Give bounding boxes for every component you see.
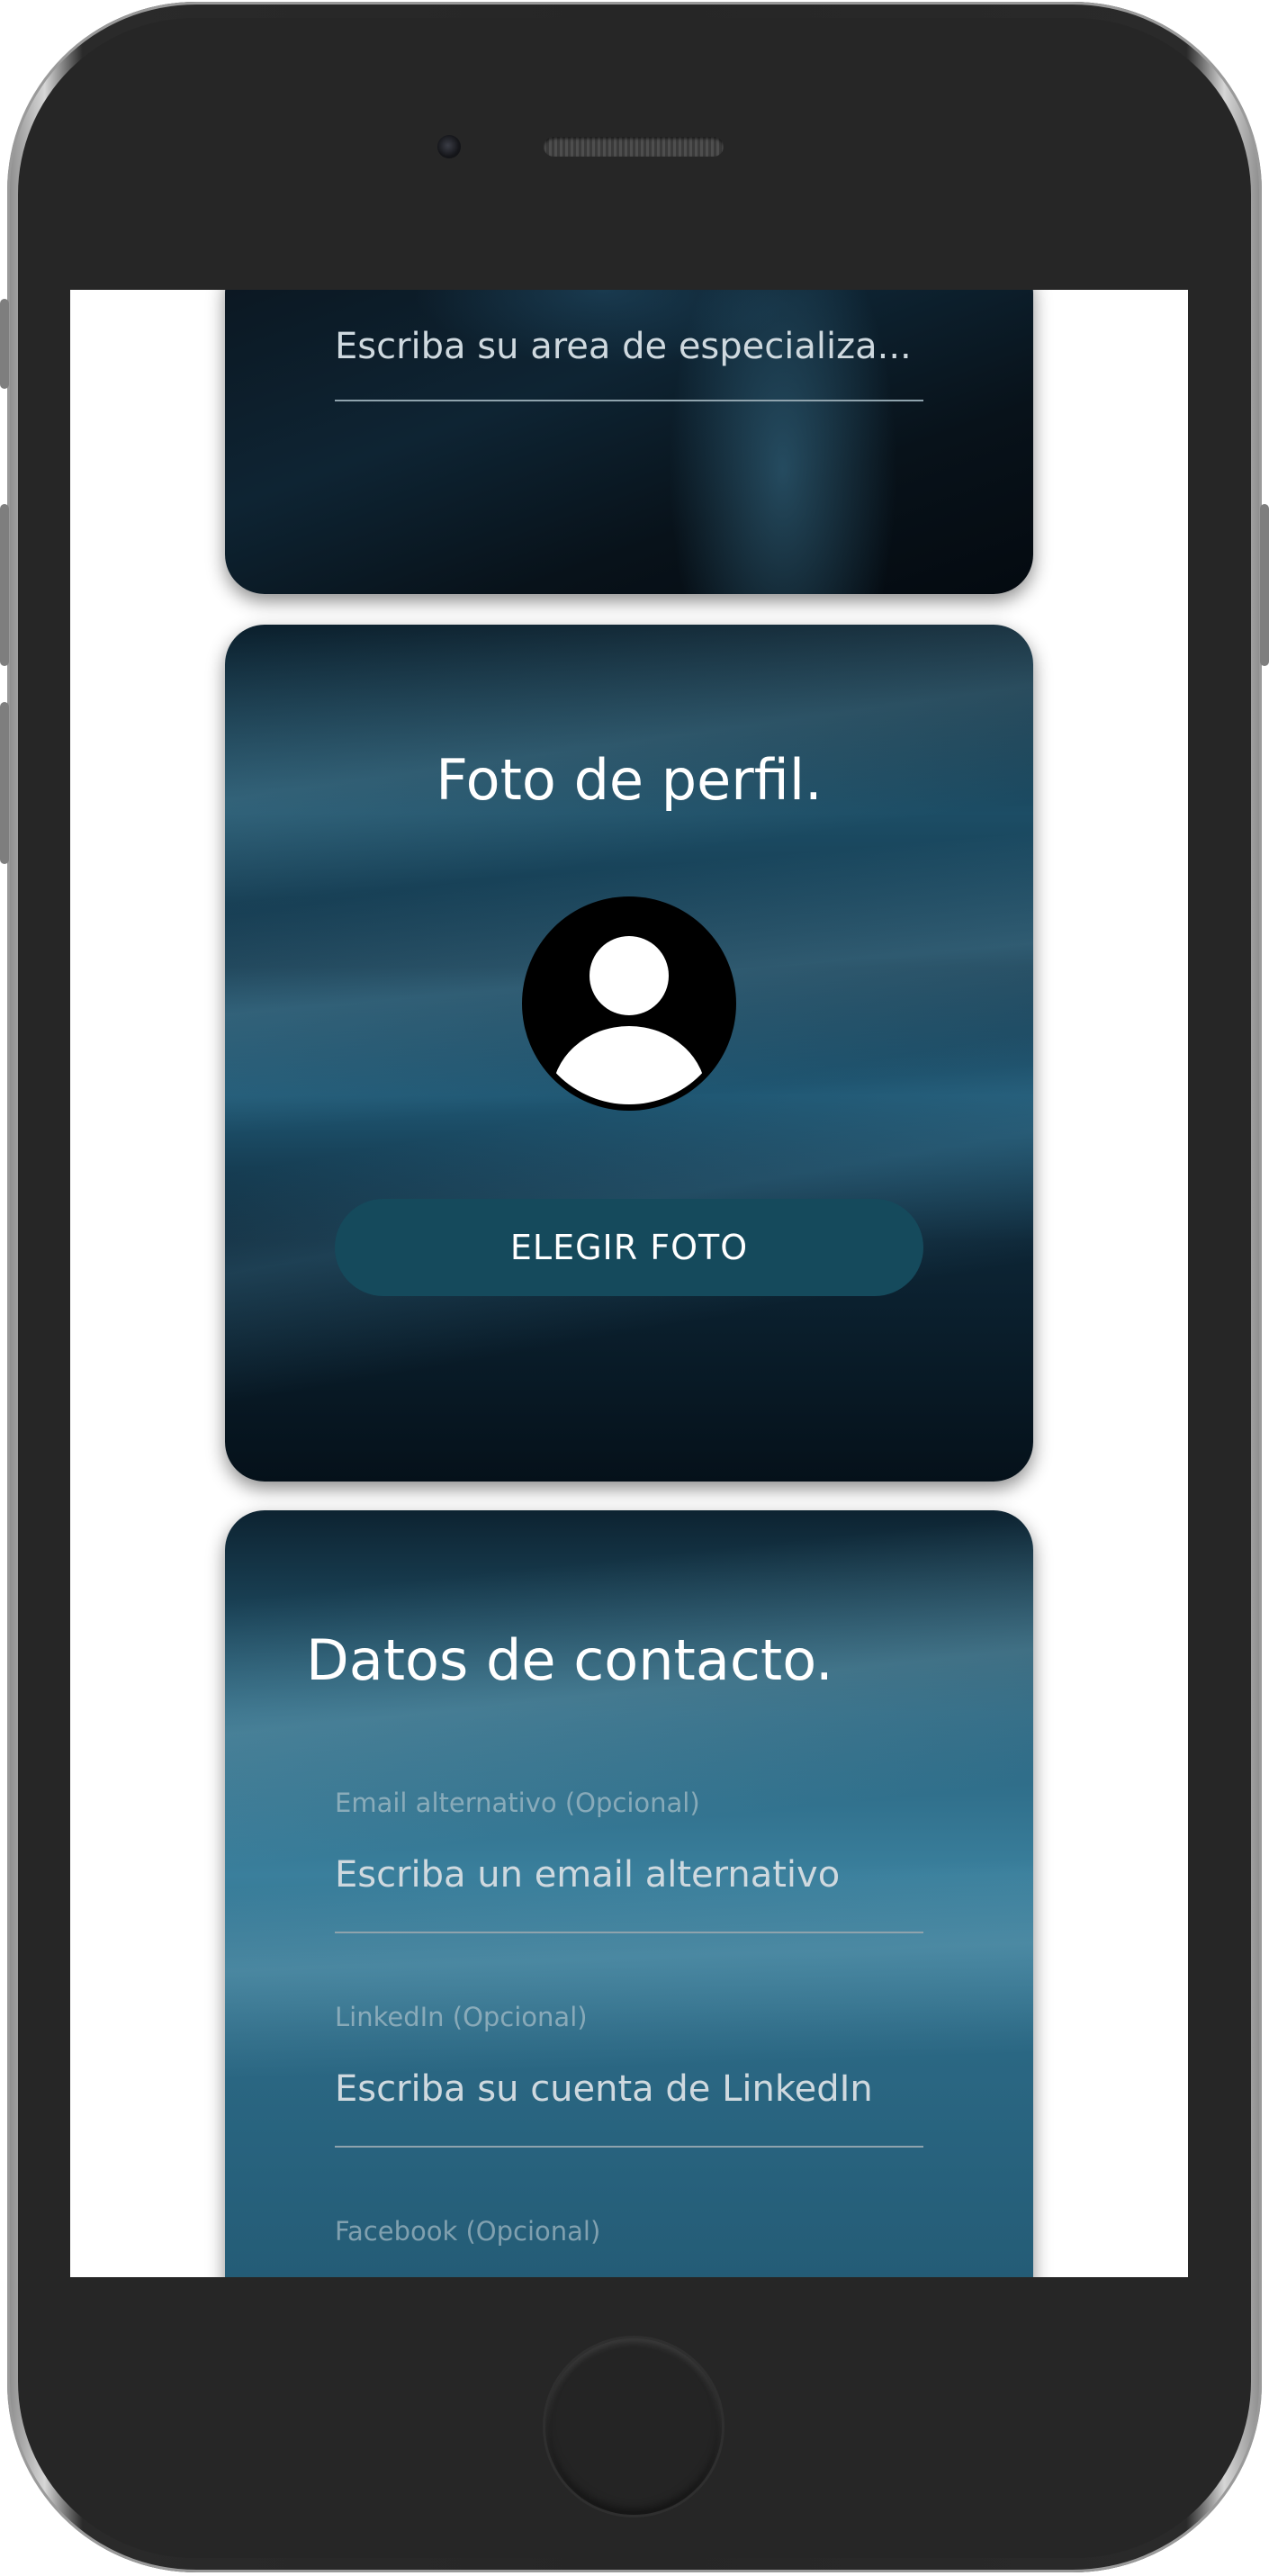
user-avatar-svg (526, 901, 732, 1106)
volume-up-button (0, 504, 9, 666)
home-button[interactable] (545, 2338, 722, 2515)
avatar-head-shape (590, 936, 669, 1015)
choose-photo-button[interactable]: ELEGIR FOTO (335, 1199, 923, 1296)
phone-screen: Foto de perfil. ELEGIR FOTO Datos de con… (70, 290, 1188, 2277)
facebook-label: Facebook (Opcional) (335, 2216, 601, 2247)
profile-photo-title: Foto de perfil. (436, 747, 823, 813)
specialization-card (225, 290, 1033, 594)
contact-title: Datos de contacto. (306, 1627, 833, 1693)
email-alt-label: Email alternativo (Opcional) (335, 1788, 700, 1818)
linkedin-input[interactable] (335, 2058, 923, 2121)
power-button (1260, 504, 1269, 666)
profile-photo-card: Foto de perfil. ELEGIR FOTO (225, 625, 1033, 1482)
linkedin-underline (335, 2146, 923, 2148)
linkedin-label: LinkedIn (Opcional) (335, 2002, 588, 2032)
user-avatar-icon[interactable] (522, 896, 736, 1111)
volume-down-button (0, 702, 9, 864)
email-alt-input[interactable] (335, 1843, 923, 1906)
silent-switch (0, 299, 9, 389)
specialization-input[interactable] (335, 315, 923, 378)
specialization-underline (335, 400, 923, 401)
earpiece-speaker (544, 137, 724, 157)
email-alt-underline (335, 1932, 923, 1933)
contact-card: Datos de contacto. Email alternativo (Op… (225, 1510, 1033, 2277)
front-camera (437, 135, 461, 158)
